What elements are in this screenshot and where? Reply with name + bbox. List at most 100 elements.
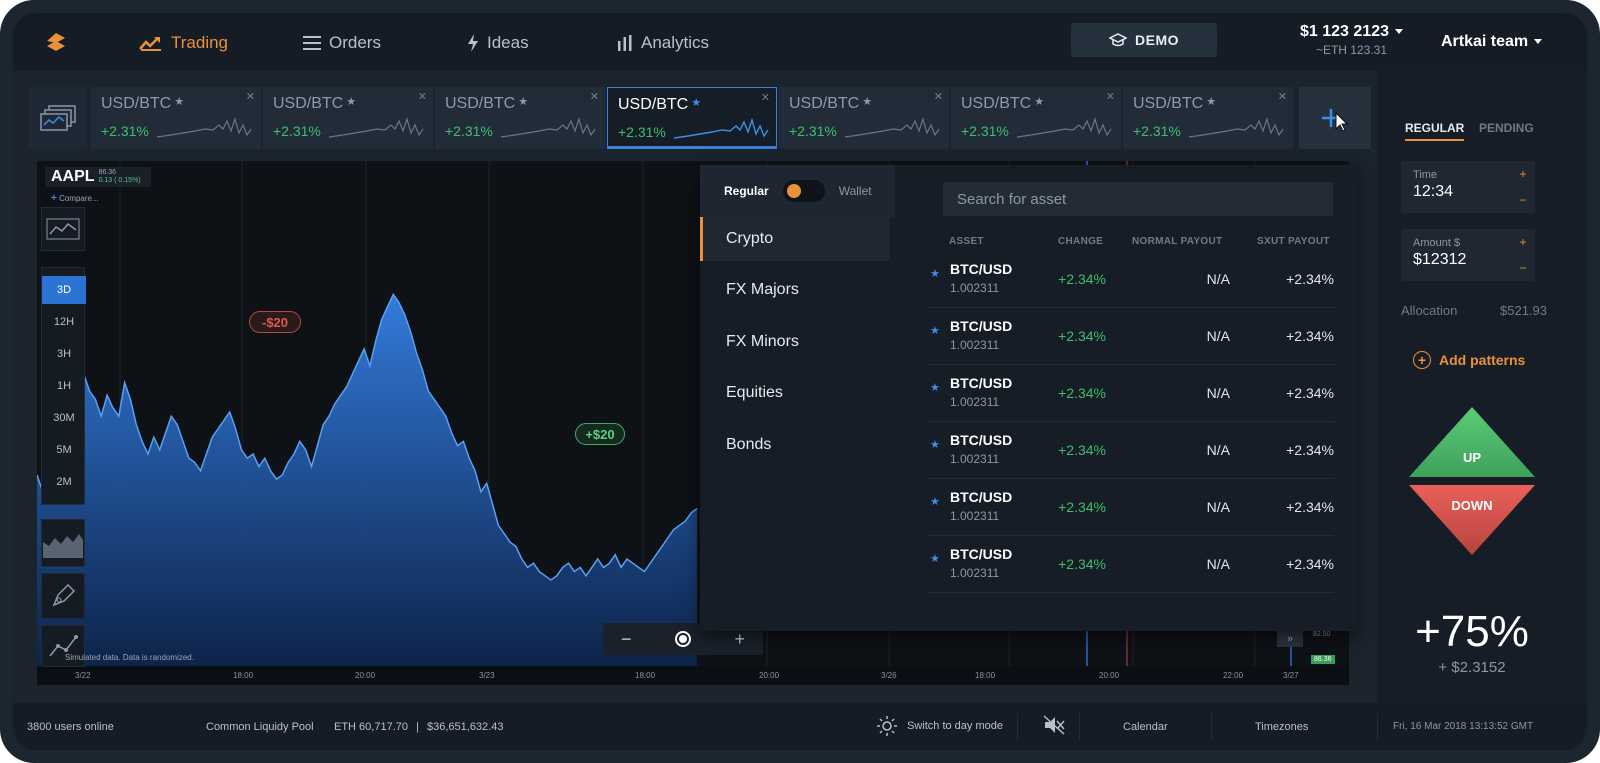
timeframe-1h[interactable]: 1H: [42, 372, 86, 400]
star-icon[interactable]: ★: [930, 381, 940, 394]
asset-tabs: USD/BTC ★ ✕ +2.31% USD/BTC ★ ✕ +2.31% USD/…: [29, 87, 1371, 149]
balance-dropdown[interactable]: $1 123 2123 ~ETH 123.31: [1243, 23, 1403, 57]
pen-icon: [52, 583, 76, 607]
zoom-handle-icon[interactable]: [673, 629, 693, 649]
chart-type-button[interactable]: [41, 207, 85, 251]
close-icon[interactable]: ✕: [590, 90, 599, 103]
scroll-to-latest-button[interactable]: »: [1277, 631, 1303, 647]
asset-row[interactable]: ★ BTC/USD 1.002311 +2.34% N/A +2.34%: [928, 308, 1334, 365]
star-icon[interactable]: ★: [1034, 96, 1044, 108]
timeframe-12h[interactable]: 12H: [42, 308, 86, 336]
asset-name: BTC/USD: [950, 261, 1013, 277]
star-icon[interactable]: ★: [930, 552, 940, 565]
close-icon[interactable]: ✕: [761, 91, 770, 104]
area-chart-button[interactable]: [41, 519, 85, 567]
close-icon[interactable]: ✕: [246, 90, 255, 103]
mute-button[interactable]: [1043, 715, 1065, 738]
amount-increment-button[interactable]: +: [1511, 229, 1535, 255]
tab-regular[interactable]: REGULAR: [1405, 121, 1465, 141]
star-icon[interactable]: ★: [930, 267, 940, 280]
timeframe-30m[interactable]: 30M: [42, 404, 86, 432]
pool-usd: $36,651,632.43: [427, 721, 504, 733]
calendar-link[interactable]: Calendar: [1123, 721, 1168, 733]
divider: [1079, 713, 1080, 741]
category-fx-minors[interactable]: FX Minors: [700, 320, 890, 364]
nav-ideas[interactable]: Ideas: [467, 31, 529, 55]
asset-name: BTC/USD: [950, 375, 1013, 391]
mode-toggle[interactable]: [782, 180, 825, 202]
asset-tab[interactable]: USD/BTC ★ ✕ +2.31%: [435, 87, 605, 149]
star-icon[interactable]: ★: [346, 96, 356, 108]
asset-price: 1.002311: [950, 281, 1000, 295]
category-crypto[interactable]: Crypto: [700, 217, 890, 261]
star-icon[interactable]: ★: [930, 438, 940, 451]
time-decrement-button[interactable]: −: [1511, 187, 1535, 213]
up-button[interactable]: UP: [1409, 407, 1535, 477]
star-icon[interactable]: ★: [691, 97, 701, 109]
star-icon[interactable]: ★: [930, 495, 940, 508]
asset-tab[interactable]: USD/BTC ★ ✕ +2.31%: [779, 87, 949, 149]
star-icon[interactable]: ★: [518, 96, 528, 108]
asset-row[interactable]: ★ BTC/USD 1.002311 +2.34% N/A +2.34%: [928, 422, 1334, 479]
star-icon[interactable]: ★: [1206, 96, 1216, 108]
add-patterns-button[interactable]: + Add patterns: [1413, 351, 1525, 369]
star-icon[interactable]: ★: [930, 324, 940, 337]
category-fx-majors[interactable]: FX Majors: [700, 268, 890, 312]
timeframe-2m[interactable]: 2M: [42, 468, 86, 496]
day-mode-label: Switch to day mode: [907, 720, 1003, 732]
asset-tab-active[interactable]: USD/BTC ★ ✕ +2.31%: [607, 87, 777, 149]
demo-button[interactable]: DEMO: [1071, 23, 1217, 57]
nav-orders[interactable]: Orders: [303, 31, 381, 55]
close-icon[interactable]: ✕: [1106, 90, 1115, 103]
category-equities[interactable]: Equities: [700, 371, 890, 415]
normal-payout: N/A: [1206, 499, 1230, 515]
draw-tool-button[interactable]: [41, 573, 85, 619]
x-axis-label: 3/23: [479, 671, 495, 680]
asset-tab[interactable]: USD/BTC ★ ✕ +2.31%: [951, 87, 1121, 149]
close-icon[interactable]: ✕: [934, 90, 943, 103]
timeframe-3d[interactable]: 3D: [42, 276, 86, 304]
star-icon[interactable]: ★: [174, 96, 184, 108]
day-mode-toggle[interactable]: Switch to day mode: [877, 716, 1003, 736]
x-axis-label: 22:00: [1223, 671, 1244, 680]
plus-circle-icon: +: [1413, 351, 1431, 369]
asset-tab[interactable]: USD/BTC ★ ✕ +2.31%: [1123, 87, 1293, 149]
sxut-payout: +2.34%: [1286, 556, 1334, 572]
timezones-link[interactable]: Timezones: [1255, 721, 1308, 733]
order-panel: REGULAR PENDING Time 12:34 + − Amount $ …: [1377, 71, 1587, 703]
current-price-tag: 86.36: [1311, 655, 1335, 664]
asset-tab[interactable]: USD/BTC ★ ✕ +2.31%: [263, 87, 433, 149]
timeframe-5m[interactable]: 5M: [42, 436, 86, 464]
down-button[interactable]: DOWN: [1409, 485, 1535, 555]
asset-row[interactable]: ★ BTC/USD 1.002311 +2.34% N/A +2.34%: [928, 251, 1334, 308]
close-icon[interactable]: ✕: [418, 90, 427, 103]
tab-change: +2.31%: [1133, 123, 1181, 139]
tab-change: +2.31%: [618, 124, 666, 140]
category-bonds[interactable]: Bonds: [700, 423, 890, 467]
tab-pending[interactable]: PENDING: [1479, 121, 1534, 135]
zoom-out-button[interactable]: −: [621, 629, 632, 650]
timeframe-3h[interactable]: 3H: [42, 340, 86, 368]
allocation-value: $521.93: [1500, 303, 1547, 318]
tab-pair: USD/BTC: [618, 96, 689, 113]
x-axis-label: 20:00: [759, 671, 780, 680]
compare-link[interactable]: + Compare...: [51, 193, 99, 204]
time-increment-button[interactable]: +: [1511, 161, 1535, 187]
zoom-in-button[interactable]: +: [734, 629, 745, 650]
team-dropdown[interactable]: Artkai team: [1441, 33, 1543, 51]
asset-row[interactable]: ★ BTC/USD 1.002311 +2.34% N/A +2.34%: [928, 479, 1334, 536]
nav-analytics[interactable]: Analytics: [617, 31, 709, 55]
layout-button[interactable]: [29, 87, 87, 149]
up-label: UP: [1462, 449, 1482, 465]
star-icon[interactable]: ★: [862, 96, 872, 108]
add-tab-button[interactable]: [1299, 87, 1371, 149]
asset-tab[interactable]: USD/BTC ★ ✕ +2.31%: [91, 87, 261, 149]
amount-decrement-button[interactable]: −: [1511, 255, 1535, 281]
asset-search-input[interactable]: [943, 182, 1333, 216]
asset-row[interactable]: ★ BTC/USD 1.002311 +2.34% N/A +2.34%: [928, 536, 1334, 593]
trade-marker-loss[interactable]: -$20: [249, 311, 301, 333]
nav-trading[interactable]: Trading: [139, 31, 228, 55]
close-icon[interactable]: ✕: [1278, 90, 1287, 103]
asset-row[interactable]: ★ BTC/USD 1.002311 +2.34% N/A +2.34%: [928, 365, 1334, 422]
trade-marker-profit[interactable]: +$20: [575, 423, 625, 445]
